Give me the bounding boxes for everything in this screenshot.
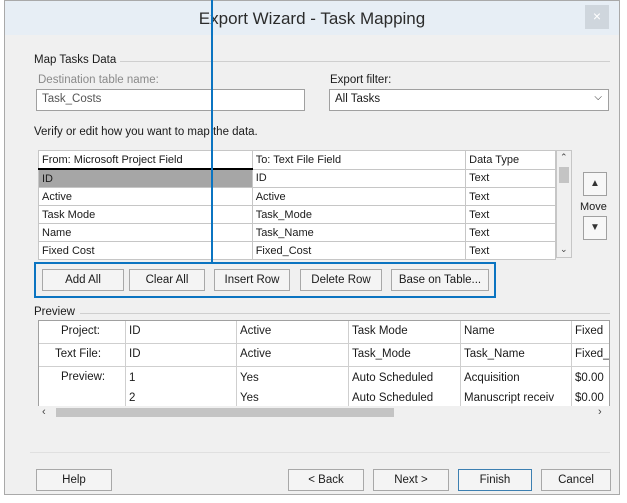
- callout-pointer: [211, 0, 213, 262]
- export-filter-label: Export filter:: [330, 74, 392, 86]
- data-type-cell[interactable]: Text: [465, 241, 556, 260]
- from-field-cell[interactable]: Active: [38, 187, 253, 206]
- to-field-cell[interactable]: Active: [251, 187, 467, 206]
- window-title: Export Wizard - Task Mapping: [198, 9, 426, 28]
- preview-cell: ID: [129, 348, 141, 360]
- table-row[interactable]: Task Mode Task_Mode Text: [38, 205, 556, 224]
- cancel-button[interactable]: Cancel: [541, 469, 611, 491]
- preview-cell: Fixed: [575, 325, 604, 337]
- data-type-cell[interactable]: Text: [465, 223, 556, 242]
- preview-cell: Task Mode: [352, 325, 408, 337]
- delete-row-button[interactable]: Delete Row: [300, 269, 382, 291]
- scrollbar-thumb[interactable]: [56, 408, 394, 417]
- column-header-from[interactable]: From: Microsoft Project Field: [38, 150, 253, 170]
- title-bar: Export Wizard - Task Mapping ×: [5, 1, 619, 35]
- to-field-cell[interactable]: Fixed_Cost: [251, 241, 467, 260]
- move-up-button[interactable]: ▲: [583, 172, 607, 196]
- preview-row-label: Text File:: [55, 348, 102, 360]
- insert-row-button[interactable]: Insert Row: [214, 269, 290, 291]
- finish-button[interactable]: Finish: [458, 469, 532, 491]
- move-label: Move: [580, 201, 607, 213]
- preview-cell: Active: [240, 325, 272, 337]
- table-header-row: From: Microsoft Project Field To: Text F…: [38, 150, 556, 170]
- preview-cell: $0.00: [575, 392, 604, 404]
- scrollbar-thumb[interactable]: [559, 167, 569, 183]
- add-all-button[interactable]: Add All: [42, 269, 124, 291]
- preview-row-label: Preview:: [61, 371, 106, 383]
- preview-cell: 1: [129, 372, 136, 384]
- from-field-cell[interactable]: ID: [38, 168, 253, 188]
- preview-cell: Yes: [240, 372, 259, 384]
- help-button[interactable]: Help: [36, 469, 112, 491]
- preview-cell: Acquisition: [464, 372, 520, 384]
- back-button[interactable]: < Back: [288, 469, 364, 491]
- preview-grid: Project: Text File: Preview: ID Active T…: [38, 320, 610, 418]
- preview-cell: Auto Scheduled: [352, 392, 434, 404]
- to-field-cell[interactable]: Task_Name: [251, 223, 467, 242]
- table-row[interactable]: ID ID Text: [38, 168, 556, 188]
- preview-cell: Auto Scheduled: [352, 372, 434, 384]
- preview-cell: Name: [464, 325, 495, 337]
- preview-group-label: Preview: [34, 306, 75, 318]
- chevron-down-icon: ⌵: [594, 92, 602, 103]
- scroll-right-icon[interactable]: ›: [598, 406, 602, 418]
- base-on-table-button[interactable]: Base on Table...: [391, 269, 489, 291]
- map-tasks-group-label: Map Tasks Data: [34, 54, 117, 66]
- preview-cell: Active: [240, 348, 272, 360]
- column-header-to[interactable]: To: Text File Field: [251, 150, 467, 170]
- preview-cell: Task_Name: [464, 348, 525, 360]
- destination-label: Destination table name:: [38, 74, 159, 86]
- scroll-down-icon[interactable]: ⌄: [560, 244, 568, 255]
- export-filter-value: All Tasks: [335, 93, 381, 105]
- data-type-cell[interactable]: Text: [465, 187, 556, 206]
- close-icon[interactable]: ×: [585, 5, 609, 29]
- preview-cell: 2: [129, 392, 136, 404]
- preview-cell: Yes: [240, 392, 259, 404]
- destination-table-input[interactable]: Task_Costs: [36, 89, 305, 111]
- mapping-table-scrollbar[interactable]: ⌃ ⌄: [556, 150, 572, 258]
- data-type-cell[interactable]: Text: [465, 205, 556, 224]
- preview-cell: ID: [129, 325, 141, 337]
- clear-all-button[interactable]: Clear All: [129, 269, 205, 291]
- from-field-cell[interactable]: Task Mode: [38, 205, 253, 224]
- to-field-cell[interactable]: Task_Mode: [251, 205, 467, 224]
- scroll-up-icon[interactable]: ⌃: [560, 152, 568, 163]
- table-row[interactable]: Fixed Cost Fixed_Cost Text: [38, 241, 556, 260]
- group-divider: [80, 313, 610, 314]
- group-divider: [120, 61, 610, 62]
- from-field-cell[interactable]: Fixed Cost: [38, 241, 253, 260]
- to-field-cell[interactable]: ID: [251, 168, 467, 188]
- table-row[interactable]: Active Active Text: [38, 187, 556, 206]
- grid-line: [236, 321, 237, 417]
- preview-cell: Manuscript receiv: [464, 392, 555, 404]
- verify-label: Verify or edit how you want to map the d…: [34, 126, 258, 138]
- data-type-cell[interactable]: Text: [465, 168, 556, 188]
- preview-cell: Fixed_: [575, 348, 610, 360]
- preview-row-label: Project:: [61, 325, 100, 337]
- table-row[interactable]: Name Task_Name Text: [38, 223, 556, 242]
- move-down-button[interactable]: ▼: [583, 216, 607, 240]
- grid-line: [125, 321, 126, 417]
- from-field-cell[interactable]: Name: [38, 223, 253, 242]
- grid-line: [460, 321, 461, 417]
- grid-line: [348, 321, 349, 417]
- scroll-left-icon[interactable]: ‹: [42, 406, 46, 418]
- preview-horizontal-scrollbar[interactable]: ‹ ›: [38, 406, 610, 419]
- column-header-data-type[interactable]: Data Type: [465, 150, 556, 170]
- next-button[interactable]: Next >: [373, 469, 449, 491]
- field-mapping-table: From: Microsoft Project Field To: Text F…: [38, 150, 556, 260]
- footer-divider: [30, 452, 610, 453]
- preview-cell: $0.00: [575, 372, 604, 384]
- grid-line: [571, 321, 572, 417]
- export-filter-select[interactable]: All Tasks ⌵: [329, 89, 609, 111]
- preview-cell: Task_Mode: [352, 348, 411, 360]
